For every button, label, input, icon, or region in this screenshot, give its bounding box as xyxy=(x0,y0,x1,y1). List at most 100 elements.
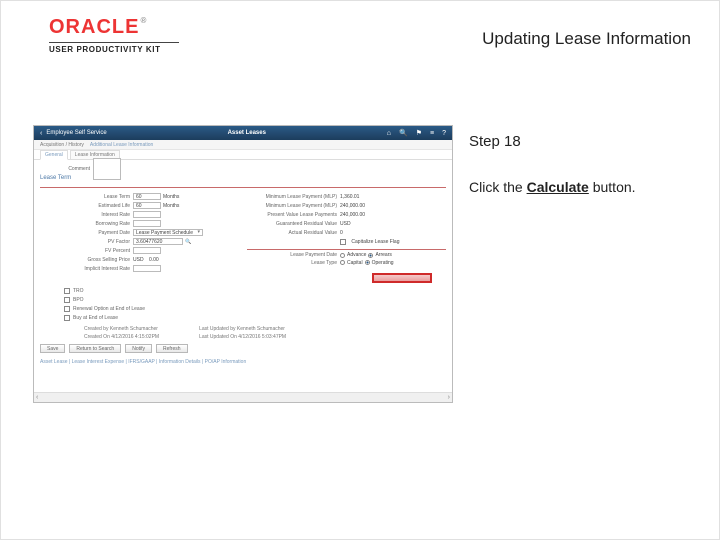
calculate-button[interactable] xyxy=(372,273,432,283)
min-payment-label: Minimum Lease Payment (MLP) xyxy=(247,194,337,200)
est-life-label: Estimated Life xyxy=(40,203,130,209)
flag-icon[interactable]: ⚑ xyxy=(416,129,422,137)
radio-advance[interactable]: Advance xyxy=(340,252,366,258)
actual-residual-label: Actual Residual Value xyxy=(247,230,337,236)
home-icon[interactable]: ⌂ xyxy=(387,130,391,137)
horizontal-scrollbar[interactable]: ‹ › xyxy=(34,392,452,402)
back-icon[interactable]: ‹ xyxy=(40,130,42,137)
brand-block: ORACLE® USER PRODUCTIVITY KIT xyxy=(49,17,189,54)
step-label: Step 18 xyxy=(469,133,521,150)
lease-term-section-label: Lease Term xyxy=(40,175,71,181)
radio-operating[interactable]: Operating xyxy=(365,260,394,266)
breadcrumb-link[interactable]: Additional Lease Information xyxy=(90,142,153,148)
buy-label: Buy at End of Lease xyxy=(73,315,118,321)
last-upd-on-value: 4/12/2016 5:03:47PM xyxy=(238,334,286,340)
min-payment-mlp-label: Minimum Lease Payment (MLP) xyxy=(247,203,337,209)
est-life-input[interactable]: 60 xyxy=(133,202,161,209)
meta-block: Created by Kenneth Schumacher Created On… xyxy=(34,322,452,340)
capitalize-text: Capitalize Lease Flag xyxy=(351,239,399,245)
gross-sell-curr: USD xyxy=(133,257,144,263)
renewal-checkbox[interactable] xyxy=(64,306,70,312)
brand-tm: ® xyxy=(140,16,147,25)
buy-checkbox[interactable] xyxy=(64,315,70,321)
radio-dot-icon xyxy=(368,253,373,258)
created-by-label: Created by xyxy=(84,326,108,332)
comment-input[interactable] xyxy=(93,158,121,180)
app-header: ‹ Employee Self Service Asset Leases ⌂ 🔍… xyxy=(34,126,452,140)
bottom-breadcrumb[interactable]: Asset Lease | Lease Interest Expense | I… xyxy=(34,357,452,367)
return-search-button[interactable]: Return to Search xyxy=(69,344,121,353)
header-left-title: Employee Self Service xyxy=(46,130,106,136)
capitalize-checkbox[interactable] xyxy=(340,239,346,245)
radio-advance-label: Advance xyxy=(347,252,366,258)
scroll-left-icon[interactable]: ‹ xyxy=(36,394,38,401)
lease-type-label: Lease Type xyxy=(247,260,337,266)
help-icon[interactable]: ? xyxy=(442,130,446,137)
bpo-checkbox[interactable] xyxy=(64,297,70,303)
last-upd-by-label: Last Updated by xyxy=(199,326,235,332)
renewal-label: Renewal Option at End of Lease xyxy=(73,306,145,312)
radio-dot-icon xyxy=(340,260,345,265)
pv-factor-label: PV Factor xyxy=(40,239,130,245)
guaranteed-residual-label: Guaranteed Residual Value xyxy=(247,221,337,227)
pv-factor-input[interactable]: 3.60477620 xyxy=(133,238,183,245)
radio-capital[interactable]: Capital xyxy=(340,260,363,266)
search-icon[interactable]: 🔍 xyxy=(399,129,408,137)
comment-label: Comment xyxy=(40,166,90,172)
lease-term-input[interactable]: 60 xyxy=(133,193,161,200)
radio-operating-label: Operating xyxy=(372,260,394,266)
left-column: Lease Term60Months Estimated Life60Month… xyxy=(40,192,239,283)
tro-label: TRO xyxy=(73,288,84,294)
brand-name-text: ORACLE xyxy=(49,16,139,38)
radio-capital-label: Capital xyxy=(347,260,363,266)
notify-button[interactable]: Notify xyxy=(125,344,152,353)
brand-rule xyxy=(49,42,179,43)
menu-icon[interactable]: ≡ xyxy=(430,130,434,137)
radio-dot-icon xyxy=(340,253,345,258)
gross-sell-amt: 0.00 xyxy=(149,257,159,263)
implicit-ir-label: Implicit Interest Rate xyxy=(40,266,130,272)
interest-rate-label: Interest Rate xyxy=(40,212,130,218)
payment-date-label: Payment Date xyxy=(40,230,130,236)
fv-percent-input[interactable] xyxy=(133,247,161,254)
tab-general[interactable]: General xyxy=(40,150,68,160)
tro-checkbox[interactable] xyxy=(64,288,70,294)
implicit-ir-input[interactable] xyxy=(133,265,161,272)
brand-subtitle: USER PRODUCTIVITY KIT xyxy=(49,45,189,54)
present-value-label: Present Value Lease Payments xyxy=(247,212,337,218)
section-divider xyxy=(40,187,446,188)
right-column: Minimum Lease Payment (MLP)1,360.01 Mini… xyxy=(247,192,446,283)
radio-arrears[interactable]: Arrears xyxy=(368,252,391,258)
created-by-value: Kenneth Schumacher xyxy=(110,326,158,332)
interest-rate-input[interactable] xyxy=(133,211,161,218)
save-button[interactable]: Save xyxy=(40,344,65,353)
min-payment-mlp-value: 240,000.00 xyxy=(340,203,446,209)
scroll-right-icon[interactable]: › xyxy=(448,394,450,401)
instruction-prefix: Click the xyxy=(469,179,527,195)
lookup-icon[interactable]: 🔍 xyxy=(185,239,191,245)
last-upd-on-label: Last Updated On xyxy=(199,334,237,340)
instruction-suffix: button. xyxy=(589,179,636,195)
sub-breadcrumb-row: Acquisition / History Additional Lease I… xyxy=(34,140,452,150)
present-value-value: 240,000.00 xyxy=(340,212,446,218)
guaranteed-residual-value: USD xyxy=(340,221,446,227)
radio-dot-icon xyxy=(365,260,370,265)
min-payment-value: 1,360.01 xyxy=(340,194,446,200)
radio-arrears-label: Arrears xyxy=(375,252,391,258)
breadcrumb-text: Acquisition / History xyxy=(40,142,84,148)
gross-sell-label: Gross Selling Price xyxy=(40,257,130,263)
button-bar: Save Return to Search Notify Refresh xyxy=(34,340,452,357)
borrowing-rate-label: Borrowing Rate xyxy=(40,221,130,227)
lease-pay-date-label: Lease Payment Date xyxy=(247,252,337,258)
lease-term-unit: Months xyxy=(163,194,179,200)
refresh-button[interactable]: Refresh xyxy=(156,344,188,353)
page-title: Updating Lease Information xyxy=(482,29,691,49)
actual-residual-value: 0 xyxy=(340,230,446,236)
created-on-value: 4/12/2016 4:15:02PM xyxy=(111,334,159,340)
screenshot-frame: ‹ Employee Self Service Asset Leases ⌂ 🔍… xyxy=(33,125,453,403)
payment-date-select[interactable]: Lease Payment Schedule xyxy=(133,229,203,236)
bpo-label: BPO xyxy=(73,297,84,303)
lease-term-label: Lease Term xyxy=(40,194,130,200)
header-center-title: Asset Leases xyxy=(228,130,266,136)
borrowing-rate-input[interactable] xyxy=(133,220,161,227)
